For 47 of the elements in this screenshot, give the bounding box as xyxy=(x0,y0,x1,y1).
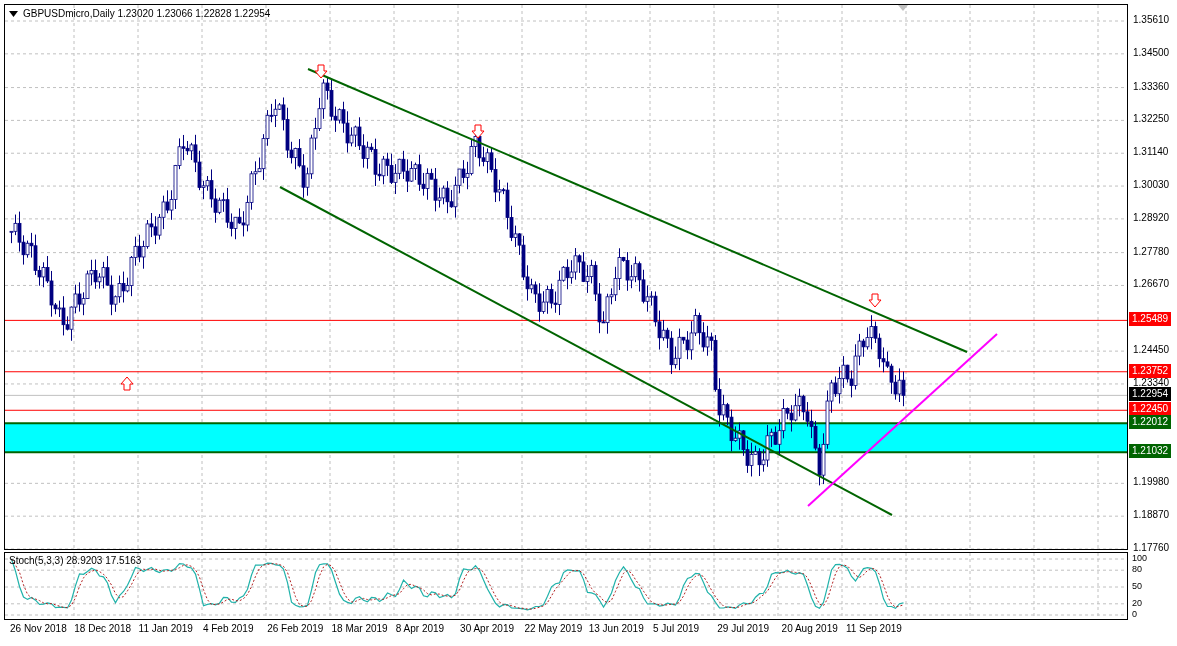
indicator-axis-label: 20 xyxy=(1132,596,1142,610)
chart-title: GBPUSDmicro,Daily 1.23020 1.23066 1.22828 1.22954 xyxy=(23,8,271,19)
date-label: 11 Jan 2019 xyxy=(138,623,193,634)
down-arrow-icon xyxy=(471,124,485,139)
caret-icon[interactable] xyxy=(9,10,18,17)
date-label: 13 Jun 2019 xyxy=(588,623,644,634)
indicator-axis-label: 50 xyxy=(1132,580,1142,593)
price-axis-label: 1.17760 xyxy=(1133,541,1170,555)
down-arrow-icon xyxy=(314,64,328,79)
shift-marker-icon xyxy=(898,5,908,11)
date-label: 26 Feb 2019 xyxy=(267,623,324,634)
date-label: 18 Dec 2018 xyxy=(74,623,131,634)
price-axis-label: 1.26670 xyxy=(1133,277,1170,292)
date-label: 22 May 2019 xyxy=(524,623,583,634)
up-arrow-icon xyxy=(120,376,134,391)
price-tag: 1.22450 xyxy=(1129,402,1172,417)
price-axis-label: 1.28920 xyxy=(1133,210,1170,225)
date-label: 11 Sep 2019 xyxy=(845,623,902,634)
price-axis-label: 1.19980 xyxy=(1133,475,1170,490)
date-label: 20 Aug 2019 xyxy=(781,623,838,634)
price-tag: 1.21032 xyxy=(1129,444,1172,459)
date-label: 8 Apr 2019 xyxy=(395,623,445,634)
price-axis-label: 1.27780 xyxy=(1133,244,1170,259)
price-tag: 1.22012 xyxy=(1129,415,1172,430)
price-axis-label: 1.18870 xyxy=(1133,508,1170,523)
price-axis-label: 1.33360 xyxy=(1133,79,1170,94)
date-label: 29 Jul 2019 xyxy=(717,623,769,634)
price-axis-label: 1.35610 xyxy=(1133,13,1170,27)
price-axis-label: 1.24450 xyxy=(1133,343,1170,358)
date-label: 18 Mar 2019 xyxy=(331,623,388,634)
price-axis-label: 1.30030 xyxy=(1133,178,1170,193)
price-tag: 1.22954 xyxy=(1129,387,1172,402)
date-label: 4 Feb 2019 xyxy=(202,623,254,634)
price-axis-label: 1.32250 xyxy=(1133,112,1170,127)
indicator-title: Stoch(5,3,3) 28.9203 17.5163 xyxy=(9,555,142,566)
date-label: 26 Nov 2018 xyxy=(10,623,67,634)
price-axis-label: 1.23340 xyxy=(1133,375,1170,389)
date-label: 5 Jul 2019 xyxy=(653,623,700,634)
price-axis-label: 1.34500 xyxy=(1133,45,1170,60)
price-tag: 1.25489 xyxy=(1129,312,1172,327)
down-arrow-icon xyxy=(868,293,882,308)
indicator-axis-label: 0 xyxy=(1132,608,1137,621)
indicator-axis-label: 80 xyxy=(1132,563,1142,577)
price-axis-label: 1.31140 xyxy=(1133,145,1169,160)
date-label: 30 Apr 2019 xyxy=(460,623,515,634)
price-tag: 1.23752 xyxy=(1129,363,1172,378)
indicator-axis-label: 100 xyxy=(1132,552,1148,565)
